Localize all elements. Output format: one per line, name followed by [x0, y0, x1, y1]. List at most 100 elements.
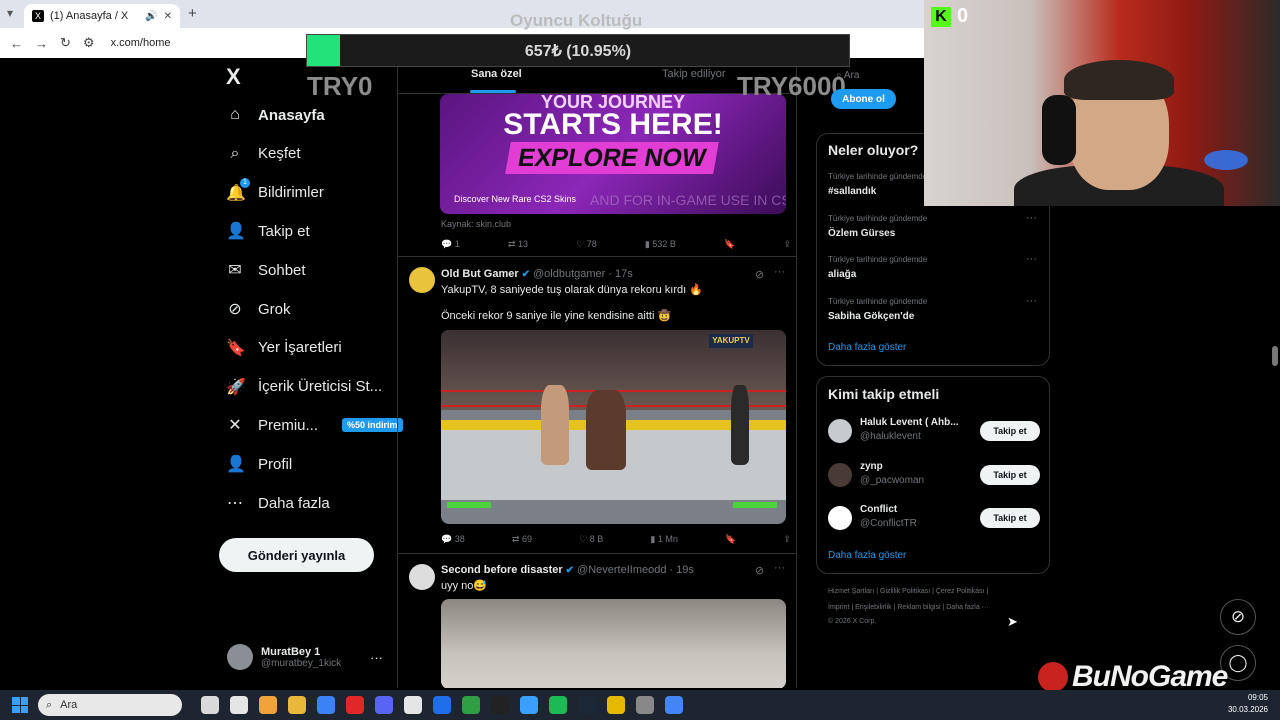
browser-tab[interactable]: X (1) Anasayfa / X 🔊 ✕ — [24, 4, 180, 28]
sidebar-item-2[interactable]: 🔔 1 Bildirimler — [226, 175, 324, 211]
suggested-account-name[interactable]: Conflict — [860, 504, 897, 515]
avatar[interactable] — [828, 462, 852, 487]
reload-icon[interactable]: ↻ — [60, 35, 71, 51]
forward-icon[interactable]: → — [35, 36, 48, 51]
sidebar-item-8[interactable]: ✕ Premiu... %50 indirim — [226, 407, 403, 443]
views-button[interactable]: ▮ 1 Mn — [650, 534, 677, 545]
task-view-icon[interactable] — [230, 696, 248, 714]
store-icon[interactable] — [520, 696, 538, 714]
avatar[interactable] — [828, 419, 852, 443]
like-button[interactable]: ♡ 78 — [576, 239, 597, 250]
folder-icon[interactable] — [288, 696, 306, 714]
site-info-icon[interactable]: ⚙ — [83, 35, 95, 51]
bookmark-button[interactable]: 🔖 — [724, 239, 735, 250]
sidebar-item-9[interactable]: 👤 Profil — [226, 446, 292, 482]
trend-context[interactable]: Türkiye tarihinde gündemde — [828, 255, 927, 264]
suggested-account-handle[interactable]: @ConflictTR — [860, 518, 917, 529]
tweet-video[interactable] — [441, 599, 786, 688]
tab-following[interactable]: Takip ediliyor — [662, 68, 726, 80]
steam-icon[interactable] — [578, 696, 596, 714]
like-button[interactable]: ♡ 8 B — [579, 534, 603, 545]
account-switcher[interactable]: MuratBey 1 @muratbey_1kick — [227, 644, 341, 670]
tweet-avatar[interactable] — [409, 267, 435, 293]
suggested-account-name[interactable]: Haluk Levent ( Ahb... — [860, 417, 959, 428]
ad-image[interactable]: YOUR JOURNEY STARTS HERE! EXPLORE NOW AN… — [440, 94, 786, 214]
url-text[interactable]: x.com/home — [111, 37, 171, 49]
suggested-account-handle[interactable]: @haluklevent — [860, 431, 921, 442]
grok-icon[interactable]: ⊘ — [755, 268, 764, 281]
nvidia-icon[interactable] — [491, 696, 509, 714]
reply-button[interactable]: 💬 1 — [441, 239, 460, 250]
avatar[interactable] — [828, 506, 852, 530]
bookmark-button[interactable]: 🔖 — [725, 534, 736, 545]
trend-more-icon[interactable]: ··· — [1026, 295, 1037, 307]
tweet-avatar[interactable] — [409, 564, 435, 590]
windows-start-icon[interactable] — [12, 697, 28, 713]
share-button[interactable]: ⇪ — [783, 239, 791, 250]
subscribe-button[interactable]: Abone ol — [831, 89, 896, 109]
sidebar-item-4[interactable]: ✉ Sohbet — [226, 252, 305, 288]
copilot-icon[interactable] — [317, 696, 335, 714]
sidebar-item-10[interactable]: ⋯ Daha fazla — [226, 485, 330, 521]
chrome-icon[interactable] — [665, 696, 683, 714]
speaker-icon[interactable]: 🔊 — [145, 11, 157, 22]
edge-icon[interactable] — [346, 696, 364, 714]
follow-button[interactable]: Takip et — [980, 464, 1040, 485]
tweet-time[interactable]: 19s — [676, 564, 694, 576]
suggested-account-name[interactable]: zynp — [860, 461, 883, 472]
minecraft-icon[interactable] — [462, 696, 480, 714]
post-button[interactable]: Gönderi yayınla — [219, 538, 374, 572]
who-show-more[interactable]: Daha fazla göster — [828, 550, 906, 561]
views-button[interactable]: ▮ 532 B — [645, 239, 676, 250]
back-icon[interactable]: ← — [10, 36, 23, 51]
footer-links-2[interactable]: İmprint | Erişilebilirlik | Reklam bilgi… — [828, 604, 989, 611]
tweet-author[interactable]: Old But Gamer — [441, 268, 519, 280]
new-tab-button[interactable]: + — [188, 5, 197, 22]
trend-name[interactable]: Özlem Gürses — [828, 228, 895, 239]
suggested-account-handle[interactable]: @_pacwoman — [860, 475, 924, 486]
tweet-handle[interactable]: @NeverteIImeodd — [577, 564, 666, 576]
taskbar-search[interactable]: ⌕ Ara — [38, 694, 182, 716]
trend-name[interactable]: aliağa — [828, 269, 856, 280]
footer-links-1[interactable]: Hizmet Şartları | Gizlilik Politikası | … — [828, 588, 988, 595]
close-tab-icon[interactable]: ✕ — [164, 11, 172, 22]
tweet-header[interactable]: Second before disaster ✔ @NeverteIImeodd · 1… — [441, 564, 694, 576]
sidebar-item-1[interactable]: ⌕ Keşfet — [226, 136, 301, 172]
tweet-more-icon[interactable]: ··· — [774, 562, 785, 574]
trend-context[interactable]: Türkiye tarihinde gündemde — [828, 214, 927, 223]
trend-context[interactable]: Türkiye tarihinde gündemde — [828, 297, 927, 306]
tweet-time[interactable]: 17s — [615, 268, 633, 280]
x-logo-icon[interactable]: X — [226, 64, 241, 90]
clock[interactable]: 09:05 30.03.2026 — [1228, 692, 1268, 716]
chrome-icon[interactable] — [259, 696, 277, 714]
tweet-video[interactable]: YAKUPTV — [441, 330, 786, 524]
trend-context[interactable]: Türkiye tarihinde gündemde — [828, 172, 927, 181]
repost-button[interactable]: ⇄ 13 — [508, 239, 528, 250]
settings-icon[interactable] — [636, 696, 654, 714]
app-icon[interactable] — [433, 696, 451, 714]
sidebar-item-6[interactable]: 🔖 Yer İşaretleri — [226, 330, 342, 366]
file-viewer-icon[interactable] — [201, 696, 219, 714]
trend-more-icon[interactable]: ··· — [1026, 212, 1037, 224]
trend-name[interactable]: #sallandık — [828, 186, 876, 197]
sidebar-item-7[interactable]: 🚀 İçerik Üreticisi St... — [226, 369, 382, 405]
sidebar-item-3[interactable]: 👤 Takip et — [226, 213, 310, 249]
sidebar-item-5[interactable]: ⊘ Grok — [226, 291, 290, 327]
tweet-more-icon[interactable]: ··· — [774, 266, 785, 278]
scrollbar-thumb[interactable] — [1272, 346, 1278, 366]
account-more-icon[interactable]: ··· — [370, 650, 383, 665]
tweet-author[interactable]: Second before disaster — [441, 564, 563, 576]
tweet-header[interactable]: Old But Gamer ✔ @oldbutgamer · 17s — [441, 268, 633, 280]
discord-icon[interactable] — [375, 696, 393, 714]
repost-button[interactable]: ⇄ 69 — [512, 534, 532, 545]
rockstar-icon[interactable] — [607, 696, 625, 714]
reply-button[interactable]: 💬 38 — [441, 534, 465, 545]
search-input[interactable]: ⌕ Ara — [836, 70, 859, 81]
tweet-handle[interactable]: @oldbutgamer — [533, 268, 605, 280]
trend-more-icon[interactable]: ··· — [1026, 253, 1037, 265]
tab-for-you[interactable]: Sana özel — [471, 68, 522, 80]
ad-source[interactable]: Kaynak: skin.club — [441, 219, 511, 229]
tab-menu-icon[interactable]: ▾ — [0, 6, 20, 26]
trends-show-more[interactable]: Daha fazla göster — [828, 342, 906, 353]
follow-button[interactable]: Takip et — [980, 421, 1040, 441]
